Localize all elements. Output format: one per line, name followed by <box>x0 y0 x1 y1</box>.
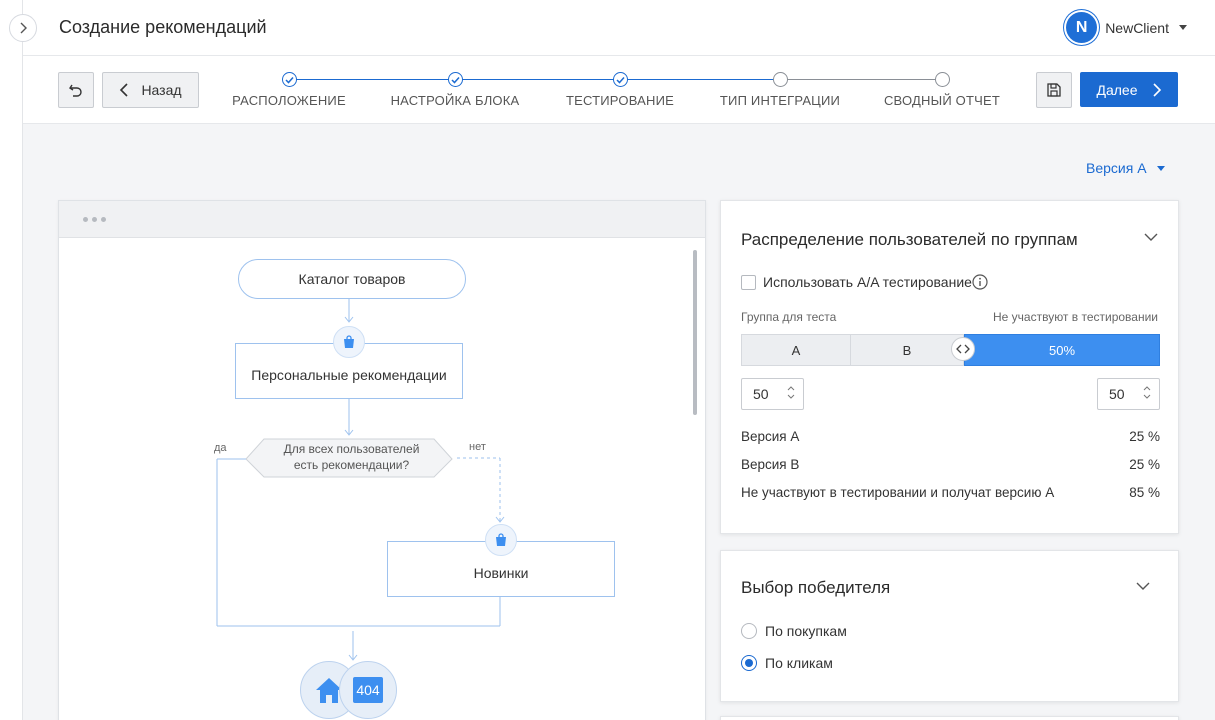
back-button[interactable]: Назад <box>102 72 199 108</box>
stepper-down-icon[interactable] <box>787 394 795 399</box>
radio-by-purchases-label: По покупкам <box>765 623 847 639</box>
spin-value: 50 <box>753 386 769 402</box>
row-label: Версия A <box>741 429 800 444</box>
flow-decision[interactable]: Для всех пользователей есть рекомендации… <box>249 441 454 473</box>
stepper-up-icon[interactable] <box>787 386 795 391</box>
wizard-step-bar: Назад РАСПОЛОЖЕНИЕ НАСТРОЙКА БЛОКА ТЕСТИ… <box>23 56 1215 124</box>
row-label: Версия B <box>741 457 800 472</box>
step-integration-type[interactable]: ТИП ИНТЕГРАЦИИ <box>690 72 870 108</box>
flow-decision-line2: есть рекомендации? <box>293 458 410 472</box>
segment-a[interactable]: A <box>741 334 851 366</box>
step-label: ТИП ИНТЕГРАЦИИ <box>719 93 841 108</box>
not-participating-label: Не участвуют в тестировании <box>992 310 1158 324</box>
distribution-row: Версия A 25 % <box>741 429 1160 444</box>
winner-selection-card: Выбор победителя По покупкам По кликам <box>720 550 1179 702</box>
flow-decision-line1: Для всех пользователей <box>283 442 420 456</box>
error-404-badge: 404 <box>353 677 383 703</box>
undo-icon <box>69 84 82 97</box>
step-label: НАСТРОЙКА БЛОКА <box>390 93 520 108</box>
back-button-label: Назад <box>141 82 182 98</box>
segment-not-participating[interactable]: 50% <box>964 334 1160 366</box>
test-group-percent-input[interactable]: 50 <box>741 378 804 410</box>
chevron-left-icon <box>120 83 129 97</box>
row-label: Не участвуют в тестировании и получат ве… <box>741 485 1055 500</box>
split-drag-handle[interactable] <box>951 337 975 361</box>
shopping-bag-icon <box>333 326 365 358</box>
flow-node-catalog[interactable]: Каталог товаров <box>238 259 466 299</box>
aa-testing-label: Использовать A/A тестирование <box>763 274 972 290</box>
check-icon <box>284 76 294 84</box>
radio-by-clicks-label: По кликам <box>765 655 833 671</box>
flow-yes-label: да <box>214 442 227 454</box>
chevron-down-icon[interactable] <box>1135 578 1151 594</box>
not-participating-percent-input[interactable]: 50 <box>1097 378 1160 410</box>
step-label: РАСПОЛОЖЕНИЕ <box>232 93 346 108</box>
radio-by-purchases[interactable] <box>741 623 757 639</box>
info-icon[interactable] <box>972 274 988 290</box>
caret-down-icon <box>1156 165 1165 171</box>
distribution-row: Не участвуют в тестировании и получат ве… <box>741 485 1160 500</box>
distribution-title: Распределение пользователей по группам <box>741 230 1078 249</box>
radio-by-clicks[interactable] <box>741 655 757 671</box>
segment-b[interactable]: B <box>851 334 964 366</box>
flow-preview-panel: Каталог товаров Персональные рекомендаци… <box>58 200 706 720</box>
stepper-up-icon[interactable] <box>1143 386 1151 391</box>
page-title: Создание рекомендаций <box>59 17 267 37</box>
undo-button[interactable] <box>58 72 94 108</box>
step-location[interactable]: РАСПОЛОЖЕНИЕ <box>199 72 379 108</box>
step-summary-report[interactable]: СВОДНЫЙ ОТЧЕТ <box>852 72 1032 108</box>
winner-title: Выбор победителя <box>741 578 891 597</box>
distribution-card: Распределение пользователей по группам И… <box>720 200 1179 534</box>
check-icon <box>450 76 460 84</box>
step-block-settings[interactable]: НАСТРОЙКА БЛОКА <box>365 72 545 108</box>
stepper-down-icon[interactable] <box>1143 394 1151 399</box>
floppy-disk-icon <box>1047 83 1061 97</box>
chevron-down-icon[interactable] <box>1143 229 1159 245</box>
user-name: NewClient <box>1105 19 1169 36</box>
row-value: 25 % <box>1129 457 1160 472</box>
next-card-edge <box>720 716 1179 720</box>
left-rail <box>0 0 23 720</box>
next-button-label: Далее <box>1096 81 1138 98</box>
avatar: N <box>1066 12 1098 43</box>
next-button[interactable]: Далее <box>1080 72 1178 107</box>
flow-node-label: Новинки <box>473 565 529 581</box>
step-label: ТЕСТИРОВАНИЕ <box>565 93 675 108</box>
flow-node-label: Персональные рекомендации <box>251 367 447 383</box>
flow-no-label: нет <box>469 441 486 453</box>
preview-scrollbar[interactable] <box>693 250 697 415</box>
error-page-node[interactable]: 404 <box>339 661 397 719</box>
chevron-right-icon <box>1152 82 1161 97</box>
test-group-label: Группа для теста <box>741 310 837 324</box>
chevron-left-right-icon <box>956 344 970 354</box>
step-label: СВОДНЫЙ ОТЧЕТ <box>883 93 1001 108</box>
shopping-bag-icon <box>485 524 517 556</box>
aa-testing-checkbox[interactable] <box>741 275 756 290</box>
user-menu[interactable]: N NewClient <box>1066 12 1187 43</box>
step-testing[interactable]: ТЕСТИРОВАНИЕ <box>530 72 710 108</box>
caret-down-icon <box>1179 25 1187 30</box>
check-icon <box>615 76 625 84</box>
save-button[interactable] <box>1036 72 1072 108</box>
top-bar: Создание рекомендаций N NewClient <box>23 0 1215 56</box>
row-value: 85 % <box>1129 485 1160 500</box>
version-dropdown[interactable]: Версия А <box>1086 160 1165 176</box>
spin-value: 50 <box>1109 386 1125 402</box>
chevron-right-icon <box>20 22 27 34</box>
row-value: 25 % <box>1129 429 1160 444</box>
version-dropdown-value: Версия А <box>1086 160 1147 176</box>
sidebar-expand-button[interactable] <box>9 14 37 42</box>
distribution-row: Версия B 25 % <box>741 457 1160 472</box>
